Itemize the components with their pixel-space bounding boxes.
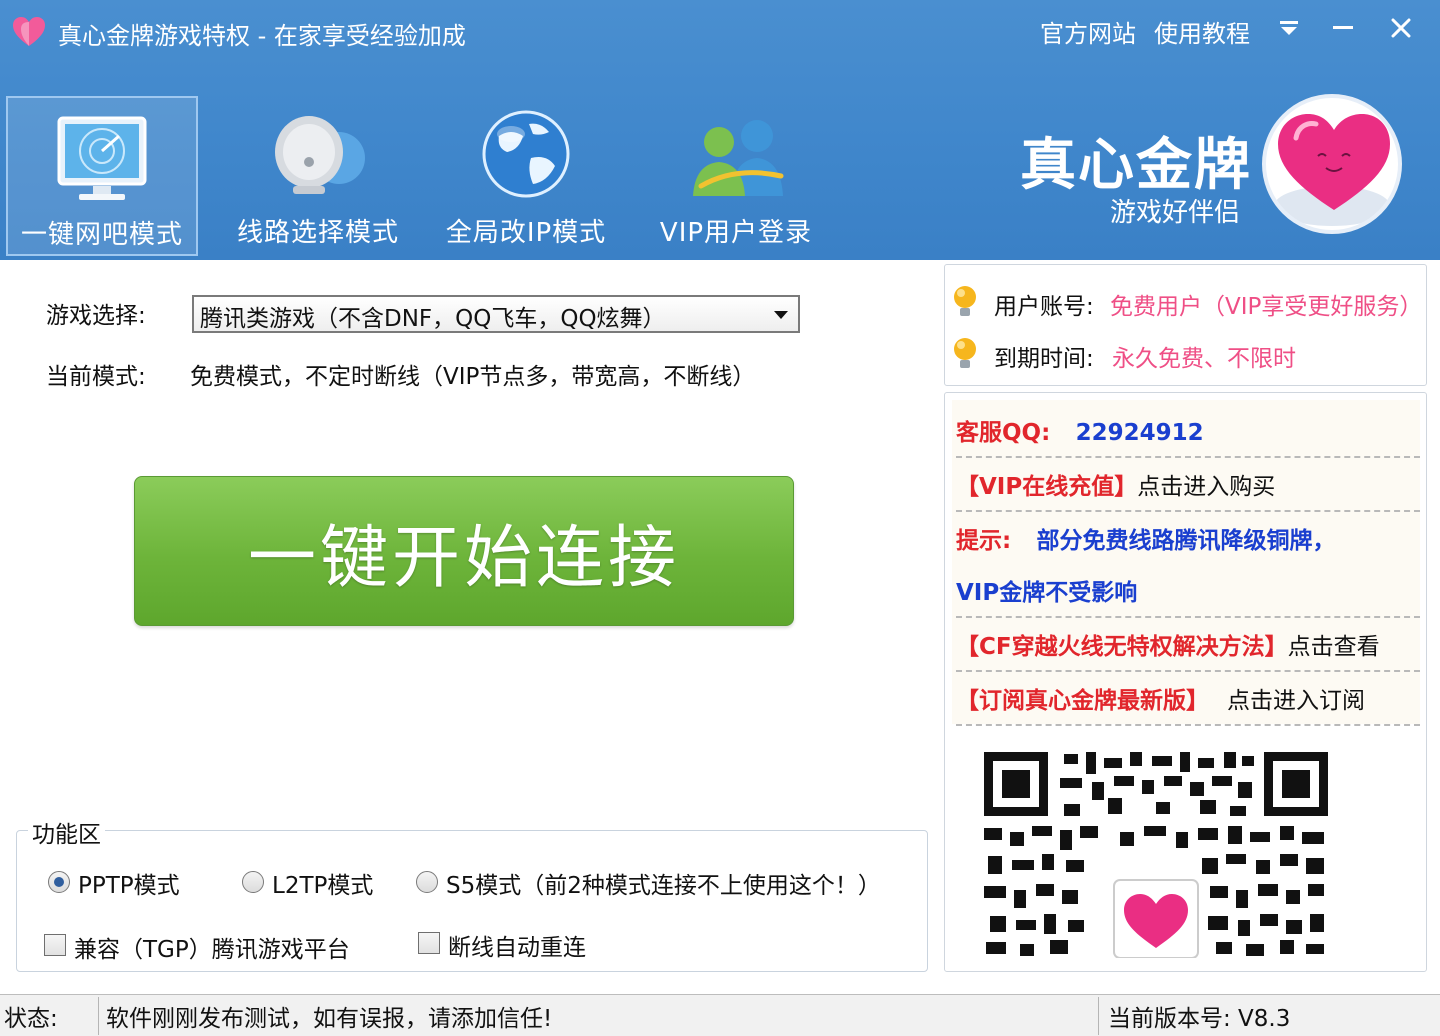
dropdown-menu-icon <box>1280 21 1298 35</box>
function-area-title: 功能区 <box>28 815 105 849</box>
auto-reconnect-label[interactable]: 断线自动重连 <box>448 928 586 962</box>
game-select-value: 腾讯类游戏（不含DNF，QQ飞车，QQ炫舞） <box>200 306 666 332</box>
account-label: 用户账号: <box>994 294 1094 320</box>
subscribe-row[interactable]: 【订阅真心金牌最新版】 点击进入订阅 <box>956 681 1365 715</box>
status-divider <box>1098 997 1099 1035</box>
game-select-dropdown[interactable]: 腾讯类游戏（不含DNF，QQ飞车，QQ炫舞） <box>192 295 800 333</box>
customer-qq-row: 客服QQ: 22924912 <box>956 413 1204 447</box>
divider <box>956 456 1420 458</box>
pptp-mode-label[interactable]: PPTP模式 <box>78 866 180 900</box>
vip-recharge-action[interactable]: 点击进入购买 <box>1137 474 1275 500</box>
tgp-compat-label[interactable]: 兼容（TGP）腾讯游戏平台 <box>74 930 350 964</box>
qr-code <box>980 748 1332 958</box>
vip-recharge-row[interactable]: 【VIP在线充值】点击进入购买 <box>956 467 1275 501</box>
game-select-label: 游戏选择: <box>46 303 146 329</box>
header-bar: 真心金牌游戏特权 - 在家享受经验加成 官方网站 使用教程 一键网吧模式 线路选… <box>0 0 1440 260</box>
lightbulb-icon <box>954 286 976 316</box>
pptp-mode-radio[interactable] <box>48 871 70 893</box>
brand-avatar <box>1262 94 1402 234</box>
menu-button[interactable] <box>1264 8 1314 48</box>
customer-qq-label: 客服QQ: <box>956 420 1051 446</box>
qr-code-icon <box>984 752 1328 958</box>
tab-route-mode[interactable]: 线路选择模式 <box>220 96 416 256</box>
tab-vip-login[interactable]: VIP用户登录 <box>636 96 836 256</box>
chevron-down-icon <box>774 311 788 319</box>
vip-recharge-link[interactable]: 【VIP在线充值】 <box>956 474 1137 500</box>
tab-label: VIP用户登录 <box>659 218 813 248</box>
minimize-button[interactable] <box>1318 8 1368 48</box>
expire-value: 永久免费、不限时 <box>1112 346 1296 372</box>
divider <box>956 510 1420 512</box>
expire-label: 到期时间: <box>994 346 1094 372</box>
brand-slogan: 游戏好伴侣 <box>1110 198 1241 228</box>
satellite-dish-icon <box>275 116 365 194</box>
users-icon <box>693 120 784 196</box>
close-icon <box>1391 18 1411 38</box>
divider <box>956 724 1420 726</box>
tab-netcafe-mode[interactable]: 一键网吧模式 <box>6 96 198 256</box>
current-mode-value: 免费模式，不定时断线（VIP节点多，带宽高，不断线） <box>190 364 756 390</box>
cf-fix-row[interactable]: 【CF穿越火线无特权解决方法】点击查看 <box>956 627 1380 661</box>
tip-label: 提示: <box>956 528 1012 554</box>
service-info-background <box>952 400 1420 724</box>
globe-icon <box>482 110 570 198</box>
l2tp-mode-label[interactable]: L2TP模式 <box>272 866 373 900</box>
window-title: 真心金牌游戏特权 - 在家享受经验加成 <box>58 22 466 50</box>
heart-logo-icon <box>1274 114 1390 226</box>
tip-text: 部分免费线路腾讯降级铜牌， <box>1036 528 1336 554</box>
subscribe-link[interactable]: 【订阅真心金牌最新版】 <box>956 688 1209 714</box>
current-mode-label: 当前模式: <box>46 364 146 390</box>
customer-qq-value: 22924912 <box>1075 420 1204 446</box>
tab-label: 全局改IP模式 <box>445 218 607 248</box>
s5-mode-radio[interactable] <box>416 871 438 893</box>
tgp-compat-checkbox[interactable] <box>44 934 66 956</box>
status-label: 状态: <box>4 1006 58 1032</box>
tip-text-continued: VIP金牌不受影响 <box>956 580 1138 606</box>
status-message: 软件刚刚发布测试，如有误报，请添加信任! <box>106 1006 553 1032</box>
l2tp-mode-radio[interactable] <box>242 871 264 893</box>
divider <box>956 670 1420 672</box>
divider <box>956 616 1420 618</box>
official-site-link[interactable]: 官方网站 <box>1040 14 1136 49</box>
status-divider <box>98 997 99 1035</box>
tip-row: 提示: 部分免费线路腾讯降级铜牌， <box>956 521 1336 555</box>
account-value: 免费用户（VIP享受更好服务） <box>1110 294 1423 320</box>
cf-fix-link[interactable]: 【CF穿越火线无特权解决方法】 <box>956 634 1288 660</box>
auto-reconnect-checkbox[interactable] <box>418 932 440 954</box>
tab-global-ip-mode[interactable]: 全局改IP模式 <box>428 96 624 256</box>
lightbulb-icon <box>954 338 976 368</box>
minimize-icon <box>1333 26 1353 29</box>
tutorial-link[interactable]: 使用教程 <box>1154 14 1250 49</box>
connect-button[interactable]: 一键开始连接 <box>134 476 794 626</box>
app-logo-icon <box>13 17 45 46</box>
monitor-radar-icon <box>57 116 147 200</box>
version-number: 当前版本号: V8.3 <box>1108 1006 1291 1032</box>
tab-label: 一键网吧模式 <box>20 220 183 250</box>
cf-fix-action[interactable]: 点击查看 <box>1288 634 1380 660</box>
tab-label: 线路选择模式 <box>236 218 399 248</box>
status-bar: 状态: 软件刚刚发布测试，如有误报，请添加信任! 当前版本号: V8.3 <box>0 994 1440 1036</box>
brand-name: 真心金牌 <box>1020 133 1252 198</box>
close-button[interactable] <box>1376 8 1426 48</box>
subscribe-action[interactable]: 点击进入订阅 <box>1227 688 1365 714</box>
s5-mode-label[interactable]: S5模式（前2种模式连接不上使用这个！） <box>446 866 881 900</box>
